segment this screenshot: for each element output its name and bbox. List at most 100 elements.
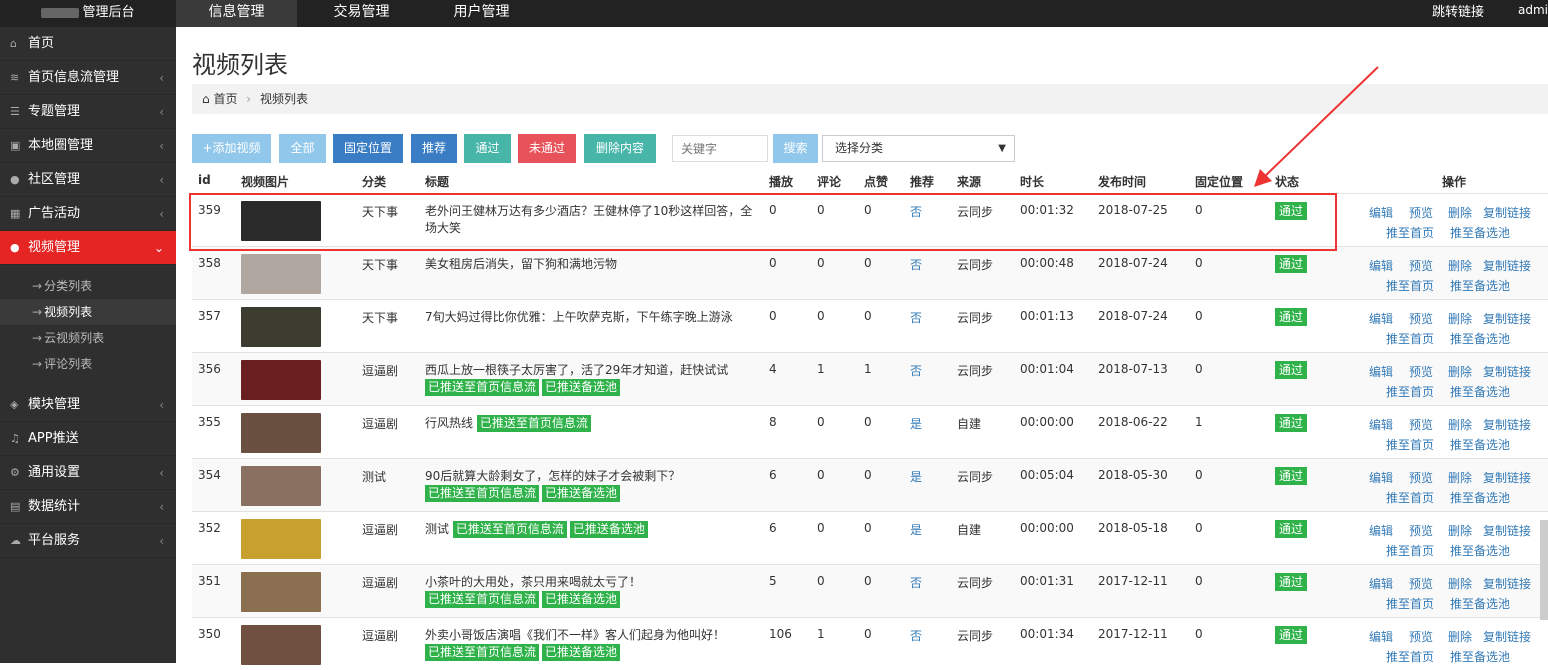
sidebar-item-ads[interactable]: ▦ 广告活动 ‹ [0, 197, 176, 231]
filter-fixed-button[interactable]: 固定位置 [333, 134, 403, 163]
preview-link[interactable]: 预览 [1409, 469, 1433, 486]
add-video-button[interactable]: +添加视频 [192, 134, 271, 163]
cell-recommend[interactable]: 是 [910, 415, 922, 432]
status-badge[interactable]: 通过 [1275, 308, 1308, 326]
copy-link-link[interactable]: 复制链接 [1483, 575, 1531, 592]
video-title[interactable]: 美女租房后消失，留下狗和满地污物 [425, 257, 617, 271]
delete-link[interactable]: 删除 [1448, 363, 1472, 380]
push-home-link[interactable]: 推至首页 [1386, 595, 1434, 612]
status-badge[interactable]: 通过 [1275, 361, 1308, 379]
jump-link[interactable]: 跳转链接 [1432, 0, 1484, 25]
edit-link[interactable]: 编辑 [1369, 310, 1393, 327]
edit-link[interactable]: 编辑 [1369, 469, 1393, 486]
push-home-link[interactable]: 推至首页 [1386, 489, 1434, 506]
preview-link[interactable]: 预览 [1409, 363, 1433, 380]
video-thumbnail[interactable] [241, 360, 321, 400]
preview-link[interactable]: 预览 [1409, 522, 1433, 539]
push-home-link[interactable]: 推至首页 [1386, 224, 1434, 241]
cell-recommend[interactable]: 否 [910, 574, 922, 591]
status-badge[interactable]: 通过 [1275, 573, 1308, 591]
video-title[interactable]: 行风热线 [425, 416, 473, 430]
delete-link[interactable]: 删除 [1448, 204, 1472, 221]
edit-link[interactable]: 编辑 [1369, 628, 1393, 645]
cell-recommend[interactable]: 是 [910, 468, 922, 485]
cell-recommend[interactable]: 否 [910, 627, 922, 644]
status-badge[interactable]: 通过 [1275, 520, 1308, 538]
video-thumbnail[interactable] [241, 572, 321, 612]
preview-link[interactable]: 预览 [1409, 575, 1433, 592]
status-badge[interactable]: 通过 [1275, 626, 1308, 644]
status-badge[interactable]: 通过 [1275, 202, 1308, 220]
edit-link[interactable]: 编辑 [1369, 416, 1393, 433]
video-thumbnail[interactable] [241, 307, 321, 347]
cell-recommend[interactable]: 否 [910, 309, 922, 326]
preview-link[interactable]: 预览 [1409, 310, 1433, 327]
push-home-link[interactable]: 推至首页 [1386, 383, 1434, 400]
video-thumbnail[interactable] [241, 201, 321, 241]
sidebar-subitem-category-list[interactable]: → 分类列表 [0, 273, 176, 299]
video-title[interactable]: 90后就算大龄剩女了，怎样的妹子才会被剩下？ [425, 469, 680, 483]
sidebar-item-topics[interactable]: ☰ 专题管理 ‹ [0, 95, 176, 129]
breadcrumb-home[interactable]: 首页 [213, 92, 237, 106]
edit-link[interactable]: 编辑 [1369, 257, 1393, 274]
push-home-link[interactable]: 推至首页 [1386, 436, 1434, 453]
cell-recommend[interactable]: 否 [910, 256, 922, 273]
topnav-info-management[interactable]: 信息管理 [176, 0, 297, 27]
video-thumbnail[interactable] [241, 625, 321, 665]
sidebar-item-platform[interactable]: ☁ 平台服务 ‹ [0, 524, 176, 558]
filter-not-pass-button[interactable]: 未通过 [518, 134, 576, 163]
delete-link[interactable]: 删除 [1448, 628, 1472, 645]
preview-link[interactable]: 预览 [1409, 416, 1433, 433]
push-pool-link[interactable]: 推至备选池 [1450, 330, 1510, 347]
delete-link[interactable]: 删除 [1448, 469, 1472, 486]
status-badge[interactable]: 通过 [1275, 467, 1308, 485]
cell-recommend[interactable]: 是 [910, 521, 922, 538]
delete-link[interactable]: 删除 [1448, 416, 1472, 433]
sidebar-item-app-push[interactable]: ♫ APP推送 [0, 422, 176, 456]
keyword-input[interactable] [672, 135, 768, 162]
copy-link-link[interactable]: 复制链接 [1483, 628, 1531, 645]
scrollbar[interactable] [1540, 520, 1548, 620]
push-home-link[interactable]: 推至首页 [1386, 542, 1434, 559]
push-home-link[interactable]: 推至首页 [1386, 277, 1434, 294]
video-title[interactable]: 小茶叶的大用处，茶只用来喝就太亏了！ [425, 575, 641, 589]
delete-link[interactable]: 删除 [1448, 522, 1472, 539]
copy-link-link[interactable]: 复制链接 [1483, 469, 1531, 486]
filter-recommend-button[interactable]: 推荐 [411, 134, 457, 163]
sidebar-item-video[interactable]: ● 视频管理 ⌄ [0, 231, 176, 265]
copy-link-link[interactable]: 复制链接 [1483, 522, 1531, 539]
video-title[interactable]: 西瓜上放一根筷子太厉害了，活了29年才知道，赶快试试 [425, 363, 728, 377]
sidebar-item-community[interactable]: ● 社区管理 ‹ [0, 163, 176, 197]
video-thumbnail[interactable] [241, 254, 321, 294]
sidebar-subitem-video-list[interactable]: → 视频列表 [0, 299, 176, 325]
push-pool-link[interactable]: 推至备选池 [1450, 595, 1510, 612]
sidebar-item-local[interactable]: ▣ 本地圈管理 ‹ [0, 129, 176, 163]
video-title[interactable]: 7旬大妈过得比你优雅：上午吹萨克斯，下午练字晚上游泳 [425, 310, 733, 324]
preview-link[interactable]: 预览 [1409, 257, 1433, 274]
edit-link[interactable]: 编辑 [1369, 575, 1393, 592]
sidebar-item-stats[interactable]: ▤ 数据统计 ‹ [0, 490, 176, 524]
copy-link-link[interactable]: 复制链接 [1483, 204, 1531, 221]
delete-link[interactable]: 删除 [1448, 257, 1472, 274]
push-pool-link[interactable]: 推至备选池 [1450, 542, 1510, 559]
push-home-link[interactable]: 推至首页 [1386, 330, 1434, 347]
filter-all-button[interactable]: 全部 [279, 134, 326, 163]
video-title[interactable]: 老外问王健林万达有多少酒店？王健林停了10秒这样回答，全场大笑 [425, 204, 752, 235]
video-thumbnail[interactable] [241, 519, 321, 559]
push-home-link[interactable]: 推至首页 [1386, 648, 1434, 665]
sidebar-item-feed[interactable]: ≋ 首页信息流管理 ‹ [0, 61, 176, 95]
cell-recommend[interactable]: 否 [910, 203, 922, 220]
video-title[interactable]: 测试 [425, 522, 449, 536]
delete-link[interactable]: 删除 [1448, 310, 1472, 327]
sidebar-item-modules[interactable]: ◈ 模块管理 ‹ [0, 388, 176, 422]
sidebar-item-home[interactable]: ⌂ 首页 [0, 27, 176, 61]
status-badge[interactable]: 通过 [1275, 414, 1308, 432]
user-name[interactable]: admin [1518, 0, 1548, 20]
sidebar-subitem-cloud-video-list[interactable]: → 云视频列表 [0, 325, 176, 351]
delete-link[interactable]: 删除 [1448, 575, 1472, 592]
copy-link-link[interactable]: 复制链接 [1483, 310, 1531, 327]
copy-link-link[interactable]: 复制链接 [1483, 257, 1531, 274]
preview-link[interactable]: 预览 [1409, 628, 1433, 645]
edit-link[interactable]: 编辑 [1369, 522, 1393, 539]
status-badge[interactable]: 通过 [1275, 255, 1308, 273]
